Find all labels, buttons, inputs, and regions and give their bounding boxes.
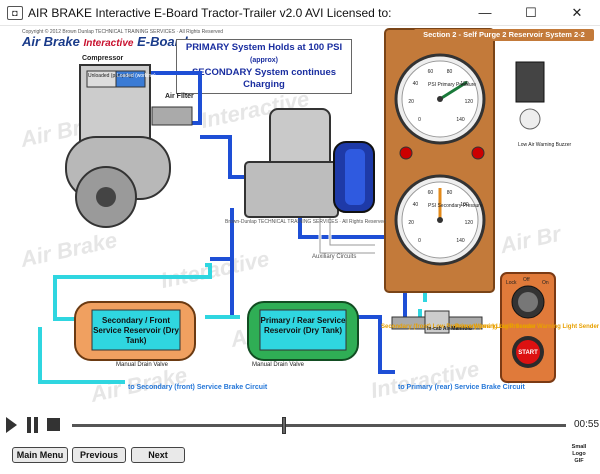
diagram-stage: Air Brake Interactive Air Brake Interact… (0, 27, 600, 410)
gauge-tick-label: 120 (464, 99, 473, 106)
secondary-tank-label: Secondary / Front Service Reservoir (Dry… (93, 316, 179, 345)
lower-gauge-hub (437, 217, 443, 223)
pause-button[interactable] (26, 417, 39, 433)
compressor-graphic (65, 64, 171, 228)
ignition-key-switch[interactable] (512, 286, 544, 318)
drain-valve-label: Manual Drain Valve (116, 362, 168, 368)
air-filter-graphic (151, 106, 193, 126)
navigation-bar: Main Menu Previous Next Small Logo GIF (0, 440, 600, 474)
secondary-sender-label: Secondary (front) Low Pressure Warning L… (381, 324, 536, 330)
seek-track[interactable] (72, 424, 566, 427)
gauge-tick-label: 60 (427, 189, 434, 196)
time-display: 00:55 (574, 419, 600, 430)
gauge-tick-label: 120 (464, 220, 473, 227)
previous-button[interactable]: Previous (72, 447, 126, 463)
stop-button[interactable] (47, 418, 60, 431)
primary-sender-label: Primary (rear) Low Pressure Warning Ligh… (455, 324, 600, 330)
gauge-tick-label: 140 (456, 116, 465, 123)
gauge-tick-label: 80 (446, 189, 453, 196)
gauge-panel-graphic (384, 28, 495, 293)
gauge-tick-label: 100 (460, 80, 469, 87)
gauge-tick-label: 40 (412, 201, 419, 208)
window-title: AIR BRAKE Interactive E-Board Tractor-Tr… (28, 6, 392, 20)
low-air-buzzer-graphic (515, 61, 545, 130)
registered-note: Brown-Dunlap TECHNICAL TRAINING SERVICES… (225, 219, 386, 225)
gauge-tick-label: 140 (456, 237, 465, 244)
auxiliary-circuits-label: Auxiliary Circuits (312, 254, 357, 260)
drain-valve-label: Manual Drain Valve (252, 362, 304, 368)
start-button[interactable]: START (516, 350, 540, 357)
next-button[interactable]: Next (131, 447, 185, 463)
close-button[interactable]: ✕ (554, 0, 600, 26)
to-primary-circuit-label: to Primary (rear) Service Brake Circuit (398, 384, 525, 391)
upper-gauge-hub (437, 96, 443, 102)
air-dryer-graphic (244, 108, 375, 218)
play-button[interactable] (6, 417, 17, 433)
to-secondary-circuit-label: to Secondary (front) Service Brake Circu… (128, 384, 268, 391)
lower-gauge-label: PSI Secondary Pressure (428, 203, 483, 209)
title-bar: ◘ AIR BRAKE Interactive E-Board Tractor-… (0, 0, 600, 26)
gauge-tick-label: 40 (412, 80, 419, 87)
loaded-label: Loaded (working) (117, 73, 156, 79)
air-filter-label: Air Filter (165, 93, 194, 100)
seek-thumb[interactable] (282, 417, 287, 434)
ignition-lock-label: Lock (506, 280, 517, 286)
gauge-tick-label: 100 (460, 201, 469, 208)
gauge-tick-label: 0 (418, 237, 421, 244)
compressor-label: Compressor (82, 55, 124, 62)
media-player-bar: 00:55 (0, 410, 600, 440)
ignition-off-label: Off (523, 277, 530, 283)
upper-gauge-label: PSI Primary Pressure (428, 82, 476, 89)
maximize-button[interactable]: ☐ (508, 0, 554, 26)
gauge-tick-label: 80 (446, 68, 453, 75)
manifold-label: In-cab Air Manifold (427, 326, 472, 332)
gauge-tick-label: 20 (408, 220, 414, 227)
section-header: Section 2 - Self Purge 2 Reservoir Syste… (414, 29, 594, 41)
gauge-tick-label: 0 (418, 116, 421, 123)
main-menu-button[interactable]: Main Menu (12, 447, 68, 463)
app-icon: ◘ (7, 6, 23, 20)
small-logo: Small Logo GIF (571, 444, 587, 464)
low-air-buzzer-label: Low Air Warning Buzzer (518, 142, 572, 148)
gauge-tick-label: 20 (408, 99, 414, 106)
minimize-button[interactable]: — (462, 0, 508, 26)
ignition-on-label: On (542, 280, 549, 286)
primary-tank-label: Primary / Rear Service Reservoir (Dry Ta… (260, 316, 346, 335)
gauge-tick-label: 60 (427, 68, 434, 75)
unloaded-label: Unloaded (pumping) (88, 73, 134, 79)
